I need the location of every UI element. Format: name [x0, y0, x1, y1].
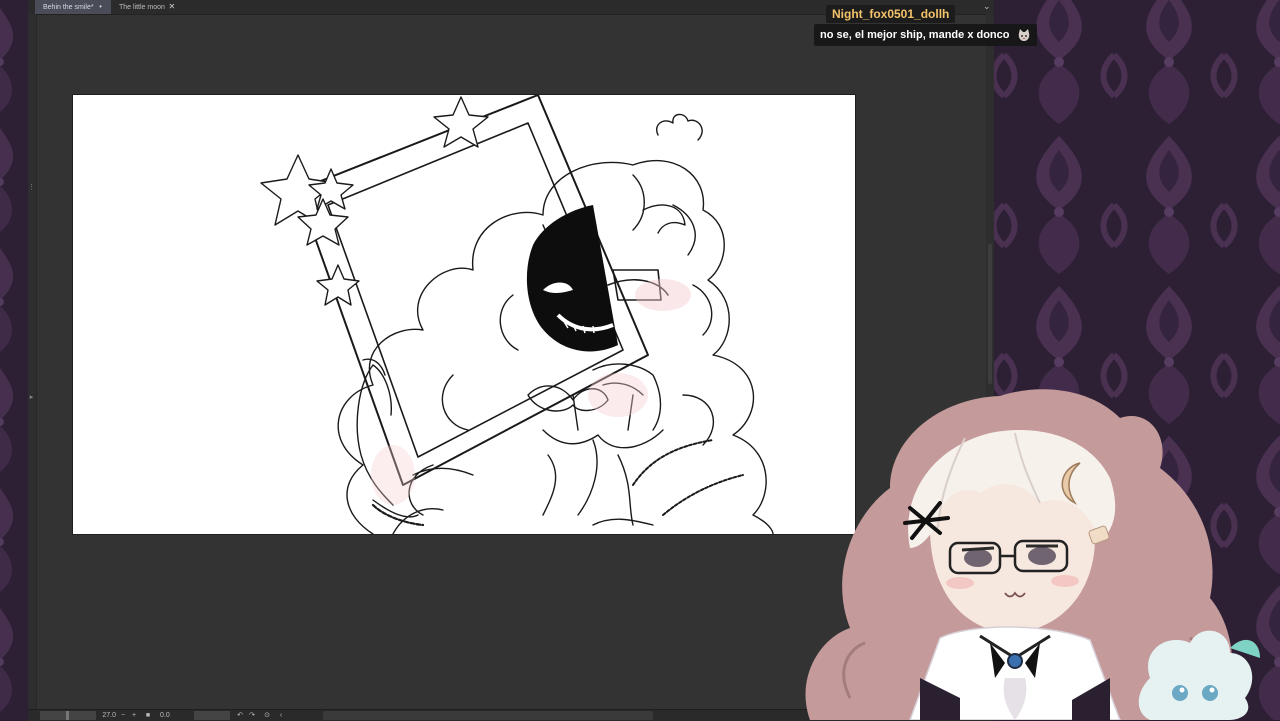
panel-handle-icon[interactable]: ▸	[28, 394, 35, 402]
fit-screen-icon[interactable]: ■	[144, 711, 152, 720]
smile-mask	[526, 205, 618, 352]
avatar-illustration	[805, 389, 1260, 720]
rotate-left-icon[interactable]: ↶	[236, 711, 244, 720]
chat-username: Night_fox0501_dollh	[826, 5, 956, 23]
zoom-in-button[interactable]: +	[130, 711, 138, 720]
flip-icon[interactable]: ‹	[277, 711, 285, 720]
cat-emote-icon	[1018, 29, 1029, 42]
star	[316, 264, 360, 306]
damask-pattern	[0, 0, 28, 720]
reset-rotation-icon[interactable]: ⊙	[263, 711, 271, 720]
drawing-canvas[interactable]	[73, 95, 855, 534]
wallpaper-left	[0, 0, 28, 720]
ahoge	[656, 113, 703, 141]
stream-chat-overlay: Night_fox0501_dollh no se, el mejor ship…	[814, 5, 1280, 46]
left-tool-rail: ⋮ ▸	[28, 14, 37, 714]
close-icon[interactable]: ✕	[167, 0, 177, 14]
panel-collapse-icon[interactable]: ⋮	[28, 184, 35, 192]
unsaved-dot-icon[interactable]: •	[96, 0, 106, 14]
artwork	[260, 95, 774, 534]
scrollbar-thumb[interactable]	[988, 244, 992, 384]
zoom-slider-thumb[interactable]	[66, 711, 69, 720]
tab-the-little-moon[interactable]: The little moon ✕	[111, 0, 187, 14]
vtuber-avatar	[790, 378, 1280, 720]
tab-behin-the-smile[interactable]: Behin the smile* •	[35, 0, 111, 14]
zoom-value: 27.0	[102, 712, 116, 719]
tab-label: The little moon	[119, 4, 165, 11]
tab-label: Behin the smile*	[43, 4, 94, 11]
zoom-slider[interactable]	[40, 711, 96, 720]
rotation-angle-value: 0.0	[160, 712, 170, 719]
star	[433, 96, 489, 148]
zoom-out-button[interactable]: −	[119, 711, 127, 720]
chat-message: no se, el mejor ship, mande x donco	[814, 24, 1037, 46]
horizontal-scrollbar[interactable]	[323, 711, 653, 720]
rotate-right-icon[interactable]: ↷	[248, 711, 256, 720]
chat-message-text: no se, el mejor ship, mande x donco	[820, 29, 1010, 41]
rotation-slider[interactable]	[194, 711, 230, 720]
